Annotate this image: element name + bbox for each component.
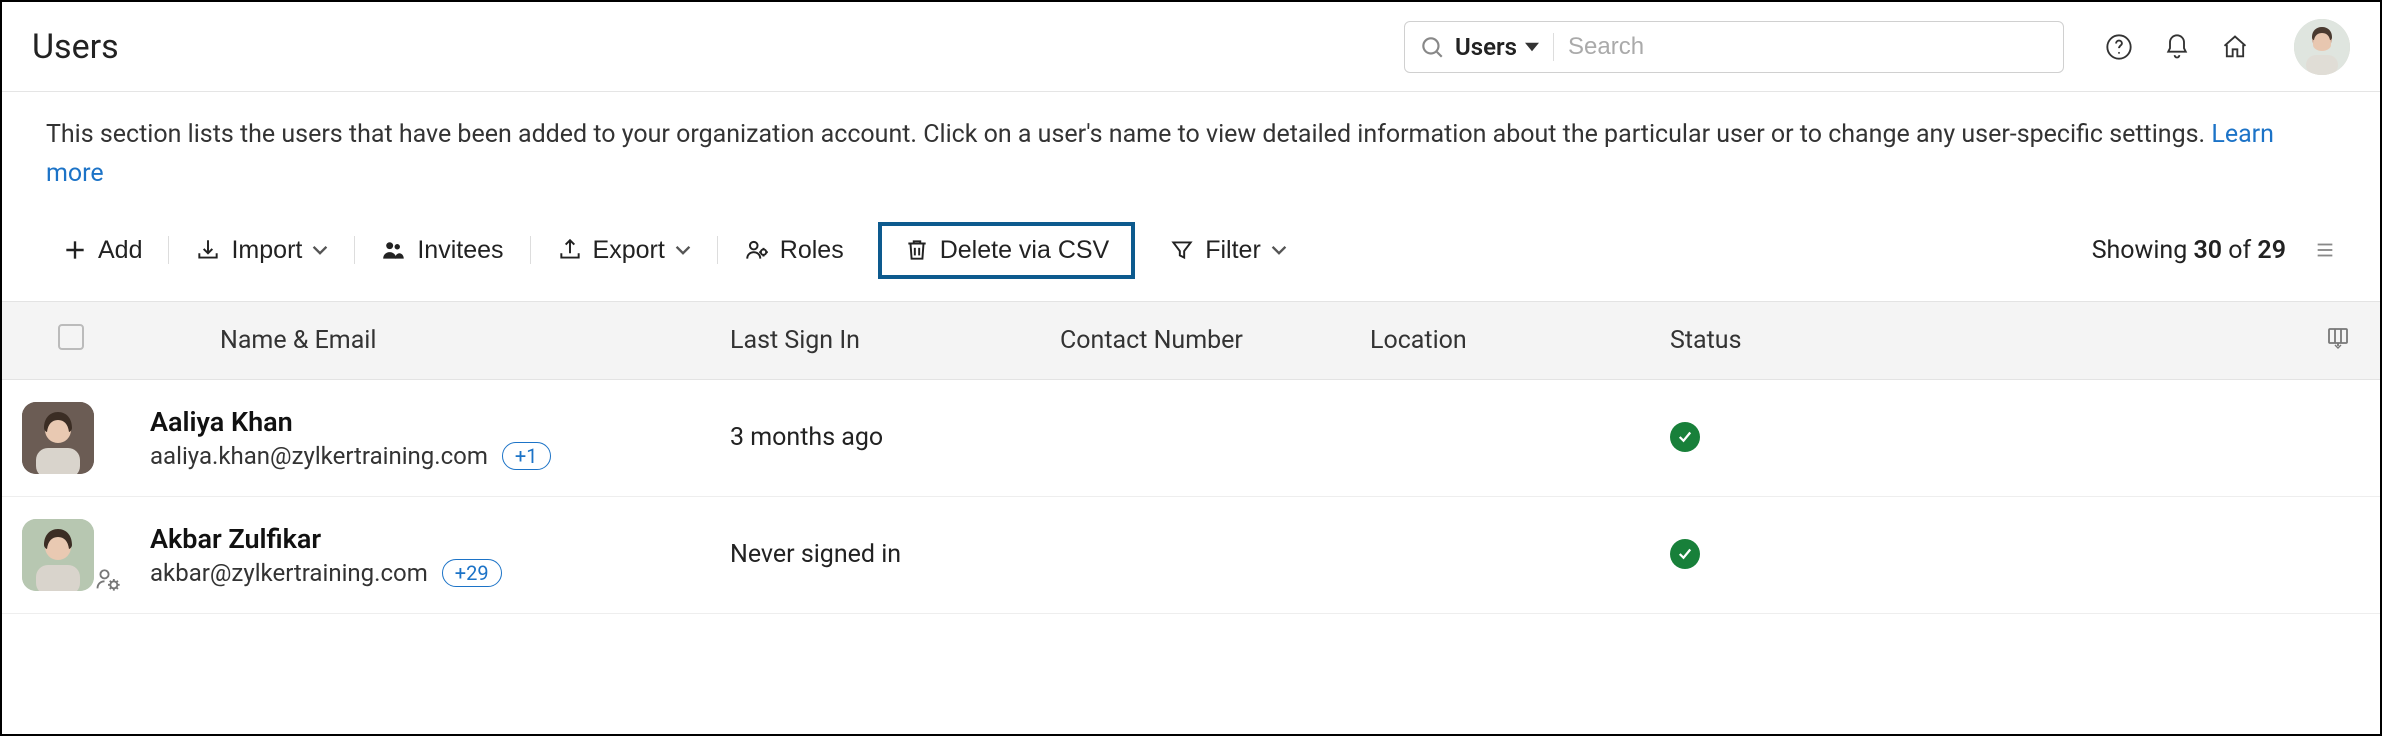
toolbar: Add Import Invitees Export Roles Delete … (2, 204, 2380, 301)
last-signin-cell: Never signed in (720, 496, 1050, 613)
status-cell (1660, 496, 2310, 613)
user-name: Akbar Zulfikar (150, 523, 710, 555)
top-bar: Users Users (2, 2, 2380, 92)
search-box[interactable]: Users (1404, 21, 2064, 73)
select-all-checkbox[interactable] (58, 324, 84, 350)
home-icon[interactable] (2220, 32, 2250, 62)
separator (354, 236, 355, 264)
profile-avatar[interactable] (2294, 19, 2350, 75)
import-icon (195, 237, 221, 263)
roles-icon (744, 237, 770, 263)
col-config[interactable] (2310, 301, 2380, 379)
delete-via-csv-button[interactable]: Delete via CSV (878, 222, 1136, 279)
contact-cell (1050, 379, 1360, 496)
user-info-cell[interactable]: Aaliya Khan aaliya.khan@zylkertraining.c… (140, 379, 720, 496)
contact-cell (1050, 496, 1360, 613)
export-button[interactable]: Export (541, 230, 707, 271)
import-label: Import (231, 236, 302, 265)
filter-button[interactable]: Filter (1153, 230, 1303, 271)
plus-icon (62, 237, 88, 263)
row-avatar-cell (2, 496, 140, 613)
search-scope-dropdown[interactable]: Users (1455, 33, 1554, 61)
page-title: Users (32, 27, 1404, 67)
search-scope-label: Users (1455, 33, 1517, 61)
chevron-down-icon (675, 245, 691, 255)
user-name: Aaliya Khan (150, 406, 710, 438)
chevron-down-icon (1271, 245, 1287, 255)
search-icon (1419, 34, 1445, 60)
row-avatar-cell (2, 379, 140, 496)
status-active-icon (1670, 422, 1700, 452)
row-spacer (2310, 379, 2380, 496)
status-active-icon (1670, 539, 1700, 569)
table-header-row: Name & Email Last Sign In Contact Number… (2, 301, 2380, 379)
import-button[interactable]: Import (179, 230, 344, 271)
showing-of: of (2222, 236, 2257, 265)
add-button[interactable]: Add (46, 230, 158, 271)
user-email: aaliya.khan@zylkertraining.com +1 (150, 442, 710, 470)
description-text: This section lists the users that have b… (46, 120, 2211, 149)
invitees-button[interactable]: Invitees (365, 230, 519, 271)
col-location[interactable]: Location (1360, 301, 1660, 379)
separator (530, 236, 531, 264)
roles-label: Roles (780, 236, 844, 265)
user-avatar[interactable] (22, 402, 94, 474)
export-icon (557, 237, 583, 263)
header-icons (2104, 19, 2350, 75)
bell-icon[interactable] (2162, 32, 2192, 62)
density-icon[interactable] (2314, 239, 2336, 261)
add-label: Add (98, 236, 142, 265)
showing-count: 30 (2193, 236, 2222, 265)
col-contact[interactable]: Contact Number (1050, 301, 1360, 379)
filter-icon (1169, 237, 1195, 263)
chevron-down-icon (312, 245, 328, 255)
table-row[interactable]: Aaliya Khan aaliya.khan@zylkertraining.c… (2, 379, 2380, 496)
user-avatar[interactable] (22, 519, 94, 591)
col-signin[interactable]: Last Sign In (720, 301, 1050, 379)
location-cell (1360, 496, 1660, 613)
roles-button[interactable]: Roles (728, 230, 860, 271)
invitees-label: Invitees (417, 236, 503, 265)
extra-count-badge[interactable]: +1 (502, 442, 551, 470)
delete-csv-label: Delete via CSV (940, 236, 1110, 265)
toolbar-right: Showing 30 of 29 (2092, 236, 2336, 265)
showing-text: Showing 30 of 29 (2092, 236, 2286, 265)
col-name[interactable]: Name & Email (140, 301, 720, 379)
user-info-cell[interactable]: Akbar Zulfikar akbar@zylkertraining.com … (140, 496, 720, 613)
separator (168, 236, 169, 264)
invitees-icon (381, 237, 407, 263)
separator (717, 236, 718, 264)
showing-total: 29 (2257, 236, 2286, 265)
extra-count-badge[interactable]: +29 (442, 559, 502, 587)
help-icon[interactable] (2104, 32, 2134, 62)
table-row[interactable]: Akbar Zulfikar akbar@zylkertraining.com … (2, 496, 2380, 613)
column-settings-icon (2326, 325, 2350, 349)
location-cell (1360, 379, 1660, 496)
export-label: Export (593, 236, 665, 265)
col-checkbox (2, 301, 140, 379)
col-status[interactable]: Status (1660, 301, 2310, 379)
showing-prefix: Showing (2092, 236, 2194, 265)
users-table: Name & Email Last Sign In Contact Number… (2, 301, 2380, 614)
status-cell (1660, 379, 2310, 496)
last-signin-cell: 3 months ago (720, 379, 1050, 496)
filter-label: Filter (1205, 236, 1261, 265)
row-spacer (2310, 496, 2380, 613)
trash-icon (904, 237, 930, 263)
section-description: This section lists the users that have b… (2, 92, 2380, 204)
user-email: akbar@zylkertraining.com +29 (150, 559, 710, 587)
caret-down-icon (1525, 42, 1539, 52)
search-input[interactable] (1568, 33, 2049, 61)
admin-gear-icon (94, 565, 122, 593)
